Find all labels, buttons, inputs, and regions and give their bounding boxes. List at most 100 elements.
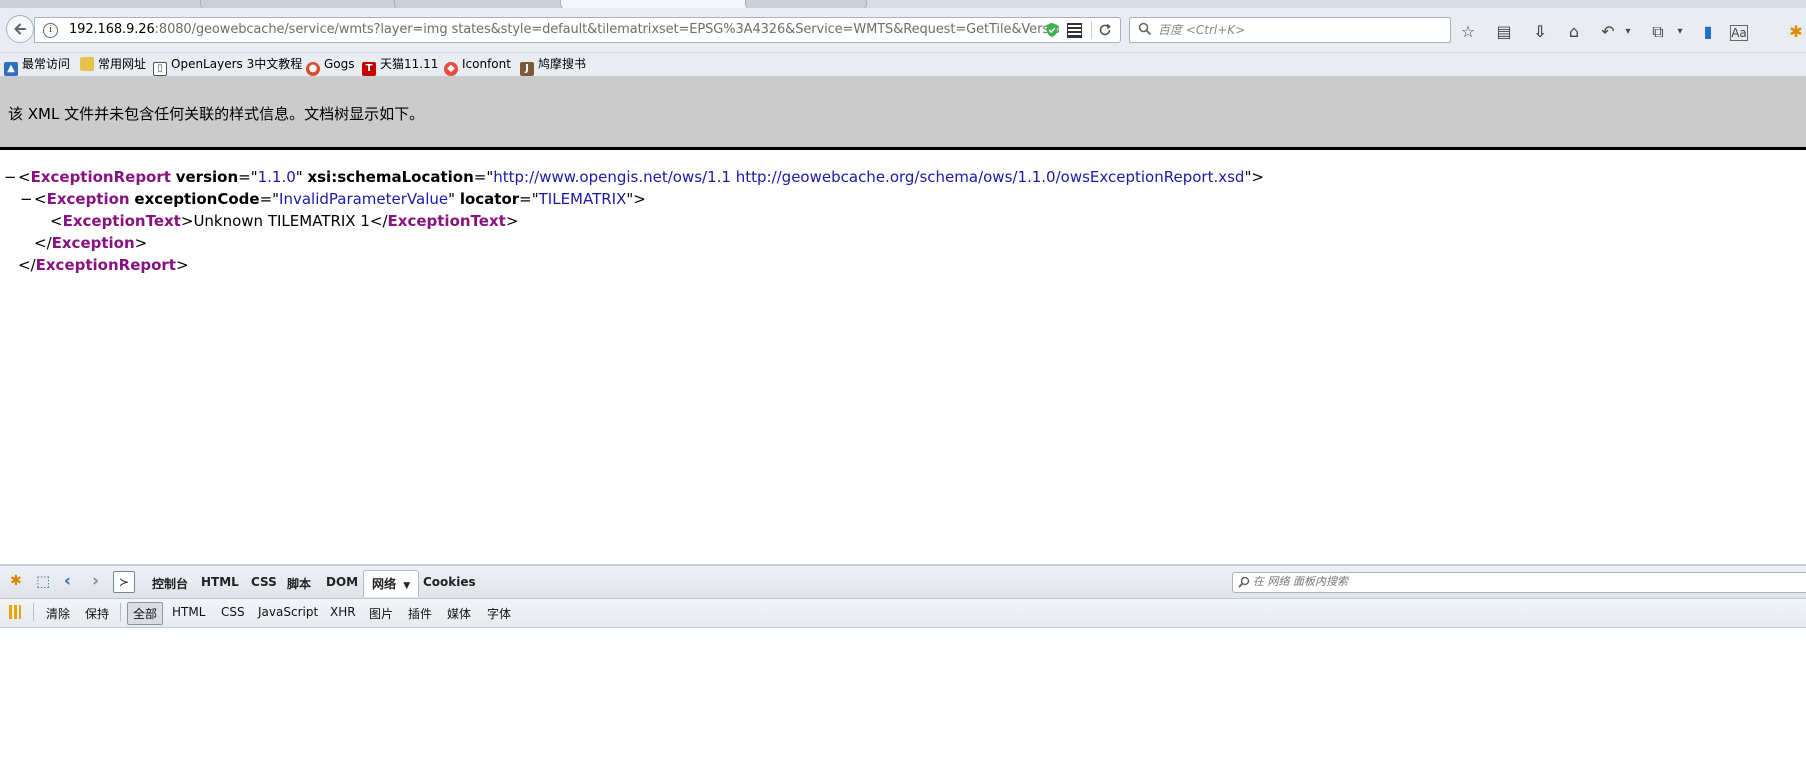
xml-line-exception-open: −<Exception exceptionCode="InvalidParame…	[20, 188, 646, 210]
most-visited-icon: ▲	[4, 62, 18, 76]
undo-dropdown-icon[interactable]: ▾	[1618, 22, 1638, 42]
collapse-toggle-icon[interactable]: −	[4, 166, 18, 188]
bookmark-label: 常用网址	[98, 57, 147, 71]
filter-javascript[interactable]: JavaScript	[258, 605, 318, 619]
bookmark-item[interactable]: T 天猫11.11	[362, 55, 438, 76]
download-icon[interactable]: ⇩	[1530, 22, 1550, 42]
reader-view-icon[interactable]: Aa	[1730, 25, 1748, 41]
xml-attr-value: InvalidParameterValue	[279, 190, 449, 208]
command-line-icon[interactable]: ≻	[113, 571, 135, 593]
database-icon[interactable]: ▮	[1698, 22, 1718, 42]
xml-tag-name: Exception	[46, 190, 130, 208]
firebug-menu-icon[interactable]: ✱	[10, 573, 22, 589]
xml-attr-value: 1.1.0	[257, 168, 296, 186]
toolbar-divider	[33, 603, 34, 621]
book-icon: ▯	[153, 62, 167, 76]
tab-script[interactable]: 脚本	[287, 575, 311, 592]
bookmark-star-icon[interactable]: ☆	[1458, 22, 1478, 42]
bookmark-item[interactable]: ◆ Iconfont	[444, 55, 511, 76]
xml-line-exception-close: </Exception>	[34, 234, 148, 252]
bookmark-item[interactable]: ● Gogs	[306, 55, 355, 76]
search-bar[interactable]	[1129, 17, 1451, 43]
inspect-element-icon[interactable]: ⬚	[36, 572, 50, 590]
bookmark-item[interactable]: ▯ OpenLayers 3中文教程	[153, 55, 303, 76]
bookmark-label: 最常访问	[22, 57, 71, 71]
bookmark-label: 鸠摩搜书	[538, 57, 587, 71]
toolbar-divider	[120, 603, 121, 621]
navigation-toolbar: i 192.168.9.26:8080/geowebcache/service/…	[0, 8, 1806, 53]
undo-icon[interactable]: ↶	[1598, 22, 1618, 42]
reload-icon[interactable]	[1097, 22, 1113, 38]
browser-tab[interactable]	[745, 0, 867, 8]
tab-dom[interactable]: DOM	[326, 575, 358, 589]
xml-attr-name: exceptionCode	[134, 190, 260, 208]
shield-icon[interactable]	[1045, 22, 1059, 38]
back-nav-icon[interactable]: ‹	[64, 571, 71, 591]
url-text[interactable]: 192.168.9.26:8080/geowebcache/service/wm…	[69, 22, 1059, 37]
bookmark-label: Gogs	[324, 57, 355, 71]
browser-tab-active[interactable]	[560, 0, 752, 8]
bookmark-item[interactable]: ▲ 最常访问	[4, 55, 71, 76]
browser-tab[interactable]	[200, 0, 402, 8]
url-bar[interactable]: i 192.168.9.26:8080/geowebcache/service/…	[34, 17, 1121, 43]
firebug-icon[interactable]: ✱	[1786, 22, 1806, 42]
site-info-icon[interactable]: i	[43, 23, 58, 38]
xml-attr-value: http://www.opengis.net/ows/1.1 http://ge…	[493, 168, 1245, 186]
search-input[interactable]	[1158, 21, 1438, 38]
url-divider	[1091, 21, 1092, 39]
back-arrow-icon	[14, 23, 26, 35]
tab-cookies[interactable]: Cookies	[423, 575, 476, 589]
tab-network[interactable]: 网络 ▼	[363, 570, 420, 597]
browser-tab[interactable]	[394, 0, 566, 8]
xml-tag-name: ExceptionText	[387, 212, 506, 230]
xml-text-content: Unknown TILEMATRIX 1	[193, 212, 370, 230]
tab-network-label: 网络	[372, 577, 397, 591]
xml-tag-name: ExceptionReport	[35, 256, 176, 274]
qr-code-icon[interactable]	[1067, 23, 1082, 38]
iconfont-icon: ◆	[444, 62, 458, 76]
devtools-search-input[interactable]	[1253, 575, 1793, 588]
reading-list-icon[interactable]: ▤	[1494, 22, 1514, 42]
collapse-toggle-icon[interactable]: −	[20, 188, 34, 210]
tab-html[interactable]: HTML	[201, 575, 239, 589]
xml-attr-value: TILEMATRIX	[538, 190, 627, 208]
xml-line-exception-report-close: </ExceptionReport>	[18, 256, 189, 274]
xml-attr-name: xsi:schemaLocation	[307, 168, 474, 186]
tab-css[interactable]: CSS	[251, 575, 277, 589]
clear-button[interactable]: 清除	[46, 605, 70, 622]
devtools-panel: ✱ ⬚ ‹ › ≻ 控制台 HTML CSS 脚本 DOM 网络 ▼ Cooki…	[0, 564, 1806, 759]
url-host: 192.168.9.26	[69, 22, 155, 37]
chevron-down-icon[interactable]: ▼	[403, 581, 410, 591]
xml-info-message: 该 XML 文件并未包含任何关联的样式信息。文档树显示如下。	[8, 105, 425, 123]
devtools-search[interactable]	[1232, 572, 1806, 593]
filter-fonts[interactable]: 字体	[487, 605, 511, 622]
tab-console[interactable]: 控制台	[152, 575, 188, 592]
browser-tab[interactable]	[0, 0, 208, 8]
home-icon[interactable]: ⌂	[1564, 22, 1584, 42]
xml-line-exception-report-open: −<ExceptionReport version="1.1.0" xsi:sc…	[4, 166, 1264, 188]
forward-nav-icon[interactable]: ›	[92, 571, 99, 591]
persist-button[interactable]: 保持	[85, 605, 109, 622]
bookmark-label: OpenLayers 3中文教程	[171, 57, 303, 71]
filter-images[interactable]: 图片	[369, 605, 393, 622]
bookmark-folder[interactable]: 常用网址	[80, 55, 146, 73]
network-bars-icon[interactable]	[9, 605, 21, 619]
filter-all[interactable]: 全部	[127, 602, 164, 625]
filter-css[interactable]: CSS	[221, 605, 245, 619]
bookmark-item[interactable]: J 鸠摩搜书	[520, 55, 587, 76]
network-filter-toolbar: 清除 保持 全部 HTML CSS JavaScript XHR 图片 插件 媒…	[0, 599, 1806, 628]
xml-attr-name: locator	[459, 190, 520, 208]
back-button[interactable]	[6, 15, 34, 43]
crop-icon[interactable]: ⧉	[1648, 22, 1668, 42]
filter-xhr[interactable]: XHR	[330, 605, 356, 619]
jiumo-icon: J	[520, 62, 534, 76]
filter-plugins[interactable]: 插件	[408, 605, 432, 622]
filter-media[interactable]: 媒体	[447, 605, 471, 622]
crop-dropdown-icon[interactable]: ▾	[1670, 22, 1690, 42]
tmall-icon: T	[362, 62, 376, 76]
search-icon	[1138, 22, 1152, 36]
filter-html[interactable]: HTML	[172, 605, 205, 619]
xml-tag-name: Exception	[51, 234, 135, 252]
bookmarks-toolbar: ▲ 最常访问 常用网址 ▯ OpenLayers 3中文教程 ● Gogs T 天猫11…	[0, 53, 1806, 77]
folder-icon	[80, 57, 94, 71]
